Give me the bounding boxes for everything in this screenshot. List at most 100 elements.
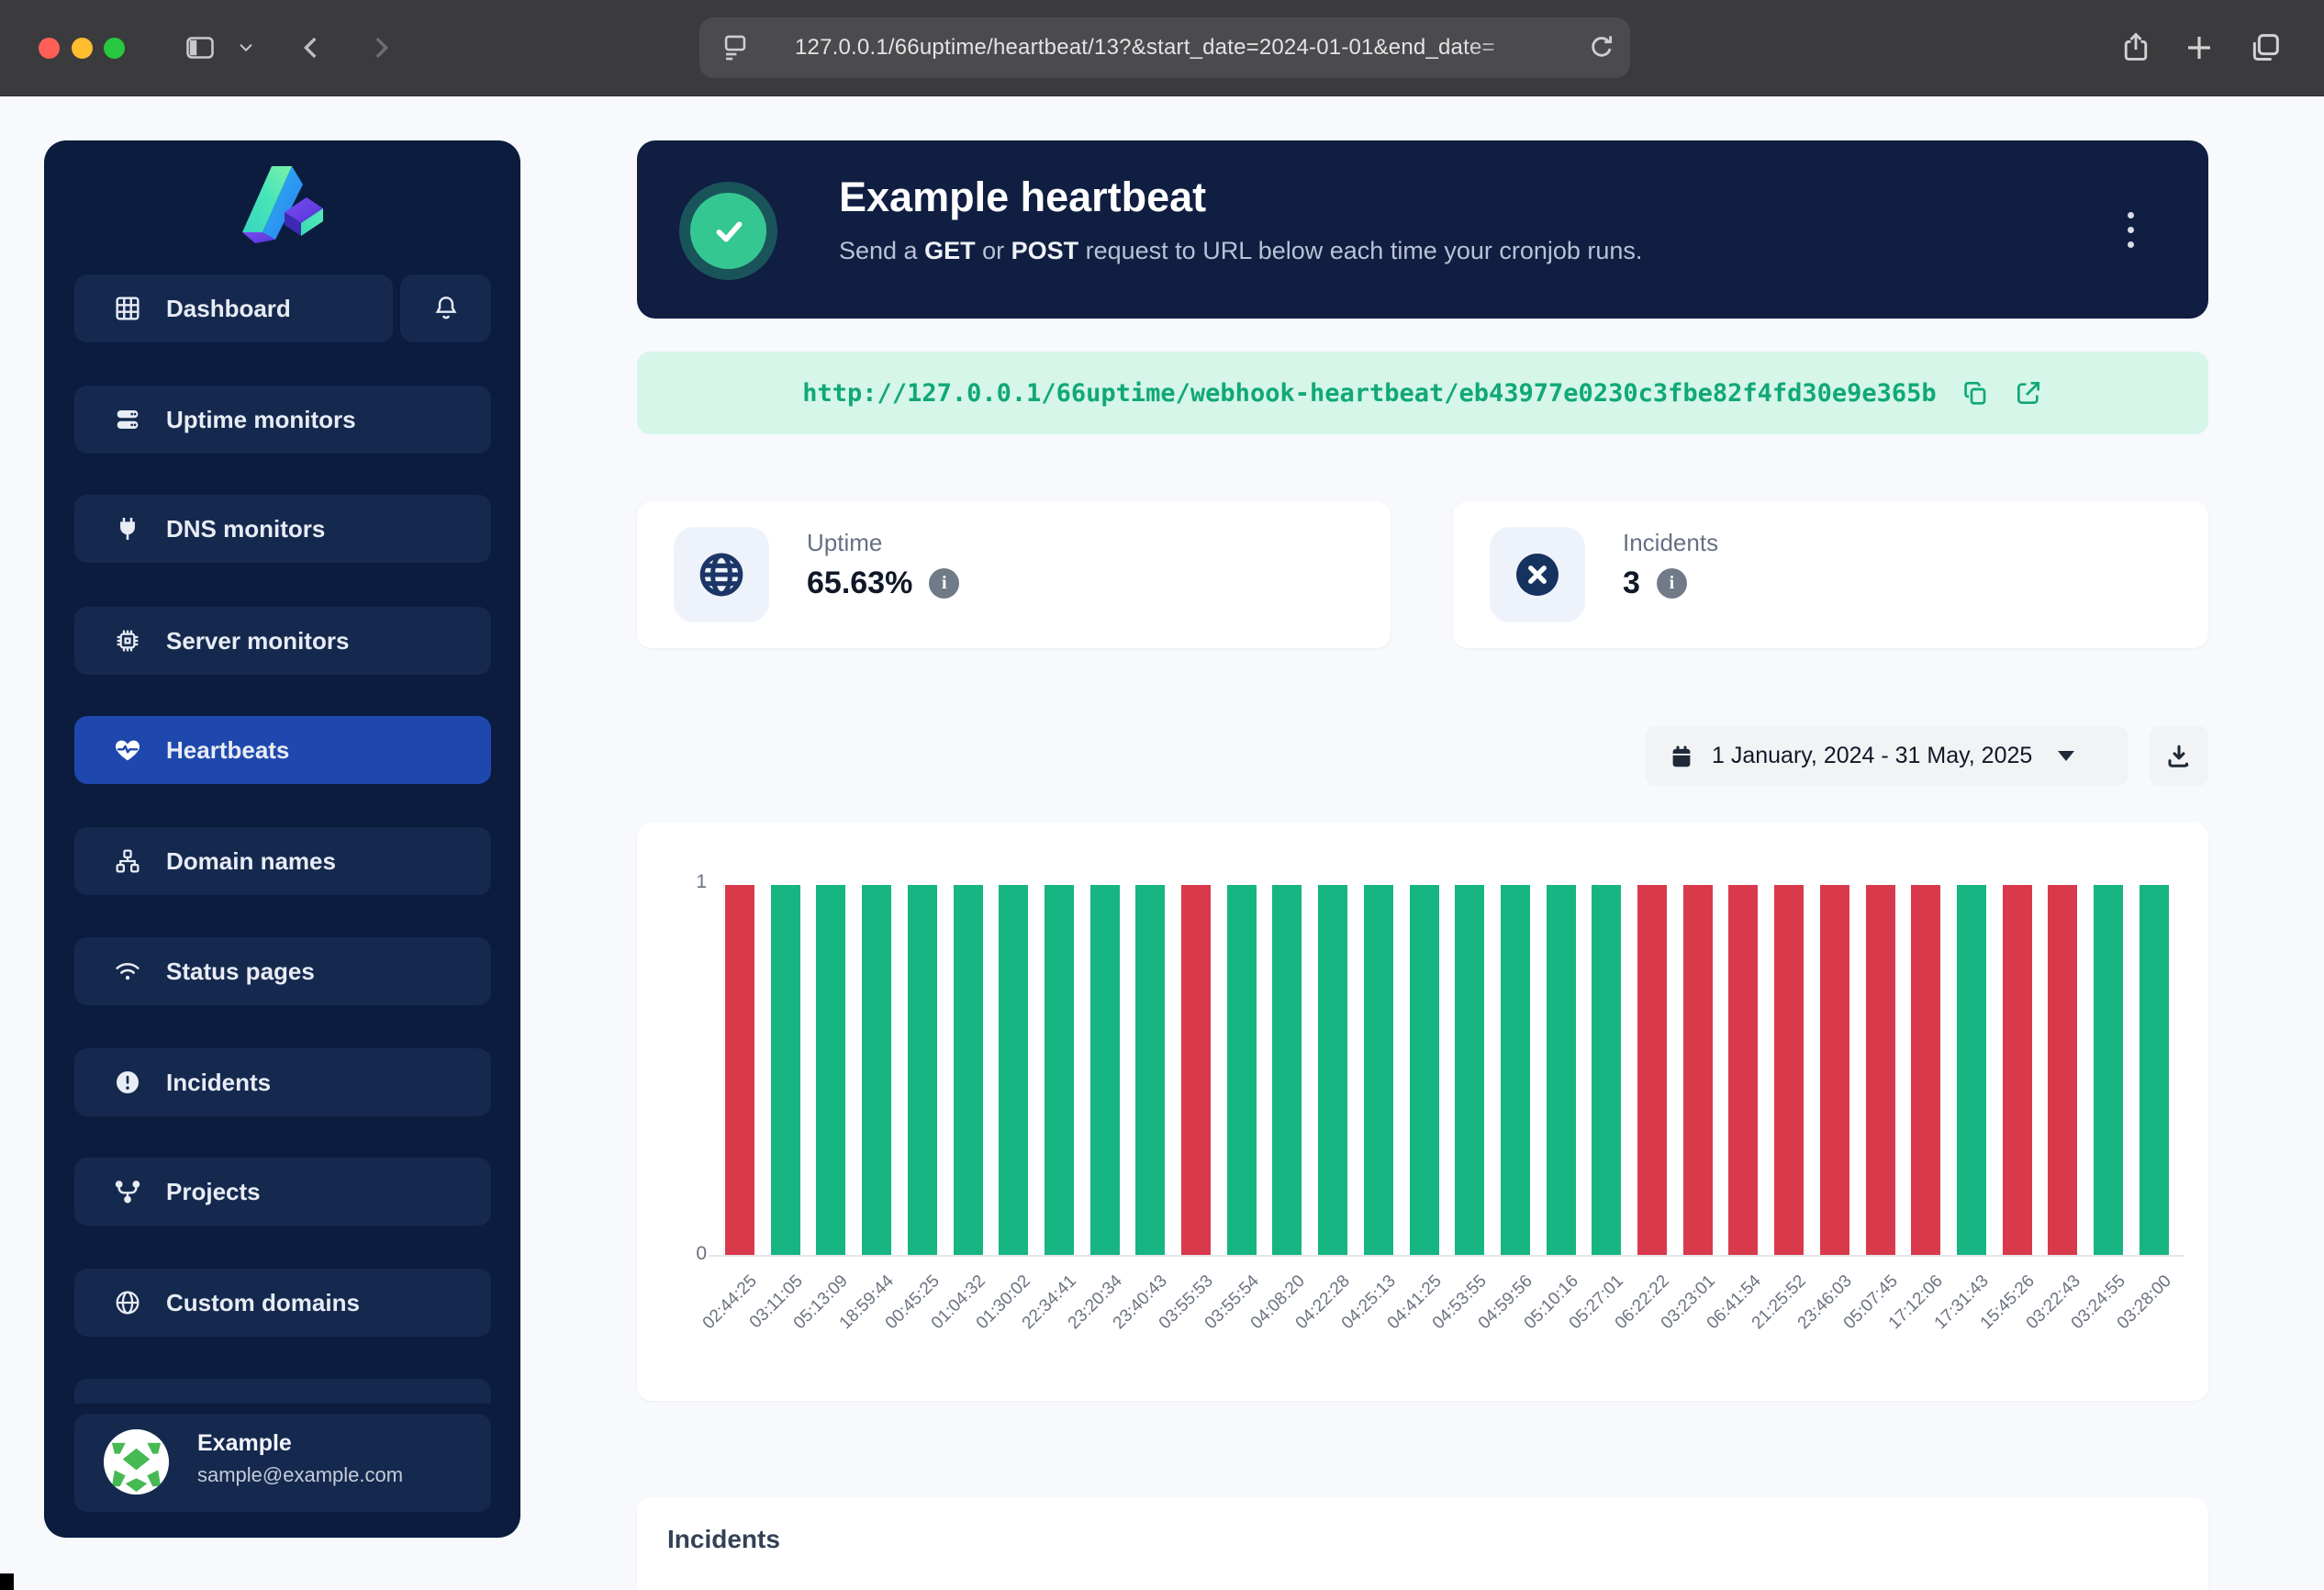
incidents-count: 3: [1623, 565, 1640, 601]
chart-bar-up[interactable]: [1045, 885, 1074, 1255]
check-icon: [690, 193, 766, 269]
incidents-stat-card: Incidents 3 i: [1453, 501, 2208, 648]
sidebar-item-server-monitors[interactable]: Server monitors: [74, 607, 491, 675]
chart-bar-up[interactable]: [1592, 885, 1621, 1255]
chart-bar-up[interactable]: [1547, 885, 1576, 1255]
sidebar-item-status-pages[interactable]: Status pages: [74, 937, 491, 1005]
chart-bar-up[interactable]: [862, 885, 891, 1255]
info-icon[interactable]: i: [929, 568, 959, 599]
sidebar-item-projects[interactable]: Projects: [74, 1158, 491, 1226]
chevron-down-icon[interactable]: [239, 42, 253, 53]
incidents-section-card: Incidents: [637, 1497, 2208, 1590]
chart-bar-up[interactable]: [1272, 885, 1302, 1255]
chart-bar-up[interactable]: [1957, 885, 1986, 1255]
chart-bar-down[interactable]: [725, 885, 754, 1255]
reload-icon[interactable]: [1586, 28, 1617, 65]
sidebar-item-domain-names[interactable]: Domain names: [74, 827, 491, 895]
chart-bar-up[interactable]: [1318, 885, 1347, 1255]
new-tab-icon[interactable]: [2183, 31, 2216, 64]
page-title: Example heartbeat: [839, 174, 1206, 221]
stat-icon-square: [1490, 527, 1585, 622]
branch-icon: [113, 1177, 142, 1206]
heartbeat-icon: [113, 735, 142, 765]
forward-button[interactable]: [365, 30, 397, 65]
user-account-card[interactable]: Example sample@example.com: [74, 1414, 491, 1512]
url-text: 127.0.0.1/66uptime/heartbeat/13?&start_d…: [795, 35, 1495, 61]
screen-corner-artifact: [0, 1573, 14, 1590]
download-button[interactable]: [2150, 726, 2208, 786]
chart-bar-up[interactable]: [2140, 885, 2169, 1255]
globe-icon: [113, 1288, 142, 1317]
chart-bar-up[interactable]: [816, 885, 845, 1255]
sidebar-item-dashboard[interactable]: Dashboard: [74, 274, 393, 342]
status-check-badge: [679, 182, 777, 280]
external-link-icon[interactable]: [2014, 378, 2043, 408]
date-range-text: 1 January, 2024 - 31 May, 2025: [1712, 743, 2032, 769]
sidebar-item-custom-domains[interactable]: Custom domains: [74, 1269, 491, 1337]
sidebar-item-label: Status pages: [166, 957, 315, 986]
chart-bar-up[interactable]: [999, 885, 1028, 1255]
chart-bar-down[interactable]: [1866, 885, 1895, 1255]
sidebar-item-label: Incidents: [166, 1069, 271, 1097]
app-logo: [240, 161, 325, 252]
sidebar-item-label: Dashboard: [166, 295, 291, 323]
sidebar-item-uptime-monitors[interactable]: Uptime monitors: [74, 386, 491, 453]
chart-bar-down[interactable]: [2003, 885, 2032, 1255]
subtitle-get: GET: [924, 237, 976, 264]
chart-bar-down[interactable]: [1820, 885, 1849, 1255]
address-bar[interactable]: 127.0.0.1/66uptime/heartbeat/13?&start_d…: [699, 17, 1630, 78]
sidebar-item-incidents[interactable]: Incidents: [74, 1048, 491, 1116]
sidebar-item-dns-monitors[interactable]: DNS monitors: [74, 495, 491, 563]
back-button[interactable]: [296, 30, 327, 65]
caret-down-icon: [2058, 751, 2074, 761]
chart-bar-down[interactable]: [1683, 885, 1713, 1255]
subtitle-text: request to URL below each time your cron…: [1078, 237, 1642, 264]
chart-bar-down[interactable]: [1774, 885, 1804, 1255]
chart-bar-up[interactable]: [1090, 885, 1120, 1255]
chart-bar-up[interactable]: [1364, 885, 1393, 1255]
subtitle-text: or: [976, 237, 1011, 264]
close-window-button[interactable]: [39, 38, 60, 59]
chart-bar-up[interactable]: [1135, 885, 1165, 1255]
chart-bar-up[interactable]: [1455, 885, 1484, 1255]
chart-bar-up[interactable]: [1410, 885, 1439, 1255]
chart-bar-down[interactable]: [1728, 885, 1758, 1255]
sidebar-item-heartbeats[interactable]: Heartbeats: [74, 716, 491, 784]
info-icon[interactable]: i: [1657, 568, 1687, 599]
chart-bar-down[interactable]: [2048, 885, 2077, 1255]
chart-bar-up[interactable]: [771, 885, 800, 1255]
chart-bar-down[interactable]: [1181, 885, 1211, 1255]
chart-bar-up[interactable]: [1501, 885, 1530, 1255]
chart-bar-up[interactable]: [954, 885, 983, 1255]
chart-bar-up[interactable]: [908, 885, 937, 1255]
heartbeat-header-card: [637, 140, 2208, 319]
notifications-button[interactable]: [400, 274, 491, 342]
minimize-window-button[interactable]: [72, 38, 93, 59]
copy-icon[interactable]: [1961, 378, 1990, 408]
page-subtitle: Send a GET or POST request to URL below …: [839, 237, 1642, 265]
page-settings-icon[interactable]: [720, 32, 751, 63]
date-range-picker[interactable]: 1 January, 2024 - 31 May, 2025: [1646, 726, 2128, 786]
chart-bar-up[interactable]: [1227, 885, 1257, 1255]
sidebar: Dashboard Uptime monitors DNS monitors S…: [44, 140, 520, 1538]
grid-icon: [113, 294, 142, 323]
zoom-window-button[interactable]: [104, 38, 125, 59]
webhook-url-bar: http://127.0.0.1/66uptime/webhook-heartb…: [637, 352, 2208, 434]
chart-bar-up[interactable]: [2094, 885, 2123, 1255]
y-axis-line: [723, 883, 724, 1257]
wifi-icon: [113, 957, 142, 986]
sidebar-item-partial: [74, 1379, 491, 1404]
tab-overview-icon[interactable]: [2247, 29, 2284, 66]
y-tick-label: 1: [650, 871, 707, 893]
more-options-button[interactable]: [2114, 193, 2147, 266]
share-icon[interactable]: [2118, 26, 2153, 68]
bell-icon: [431, 294, 461, 323]
chart-bar-down[interactable]: [1637, 885, 1667, 1255]
browser-chrome: 127.0.0.1/66uptime/heartbeat/13?&start_d…: [0, 0, 2324, 96]
sidebar-toggle-icon[interactable]: [182, 31, 218, 64]
chart-bar-down[interactable]: [1911, 885, 1940, 1255]
user-email: sample@example.com: [197, 1463, 403, 1487]
sidebar-item-label: DNS monitors: [166, 515, 325, 543]
webhook-url[interactable]: http://127.0.0.1/66uptime/webhook-heartb…: [802, 379, 1936, 408]
stat-icon-square: [674, 527, 769, 622]
